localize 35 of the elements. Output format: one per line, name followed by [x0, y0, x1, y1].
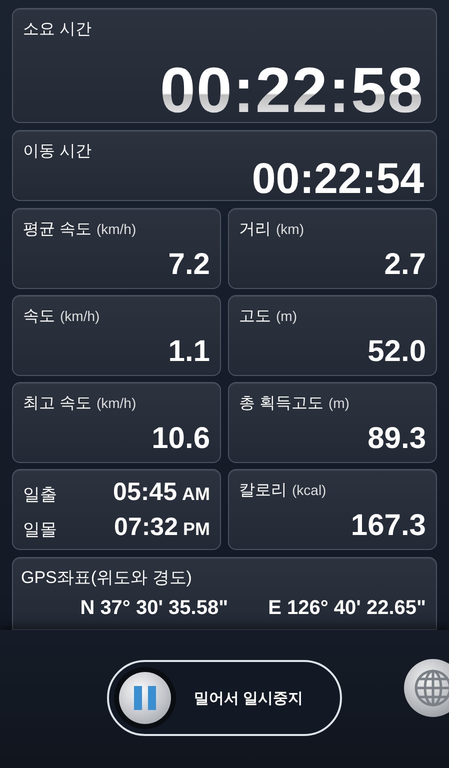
- unit-label: (m): [328, 395, 350, 411]
- pause-slider[interactable]: 밀어서 일시중지: [107, 660, 342, 736]
- card-label: 속도: [23, 307, 55, 327]
- unit-label: (m): [276, 308, 297, 324]
- period-label: AM: [182, 484, 210, 505]
- stat-value: 7.2: [168, 250, 210, 280]
- sun-label: 일몰: [23, 519, 57, 541]
- stat-value: 167.3: [350, 511, 426, 541]
- card-label: GPS좌표(위도와 경도): [21, 567, 193, 589]
- card-label: 평균 속도: [23, 220, 92, 240]
- card-label: 최고 속도: [23, 394, 92, 414]
- stat-value: 1.1: [168, 337, 210, 367]
- longitude-value: E 126° 40' 22.65": [268, 597, 426, 620]
- stat-value: 89.3: [368, 424, 426, 454]
- time-value: 05:45: [113, 478, 177, 507]
- unit-label: (km/h): [96, 221, 136, 237]
- unit-label: (km): [276, 221, 304, 237]
- period-label: PM: [183, 519, 210, 540]
- stat-value: 10.6: [152, 424, 210, 454]
- card-label: 칼로리: [239, 481, 287, 501]
- time-value: 00:22:54: [252, 158, 424, 201]
- card-label: 이동 시간: [23, 142, 92, 162]
- sun-label: 일출: [23, 484, 57, 506]
- unit-label: (km/h): [60, 308, 100, 324]
- time-value: 07:32: [114, 513, 178, 542]
- stat-value: 2.7: [384, 250, 426, 280]
- card-label: 거리: [239, 220, 271, 240]
- latitude-value: N 37° 30' 35.58": [80, 597, 228, 620]
- card-label: 소요 시간: [23, 20, 92, 40]
- unit-label: (km/h): [96, 395, 136, 411]
- globe-icon[interactable]: [403, 658, 449, 718]
- stat-value: 52.0: [368, 337, 426, 367]
- card-label: 고도: [239, 307, 271, 327]
- unit-label: (kcal): [292, 482, 326, 498]
- card-label: 총 획득고도: [239, 394, 324, 414]
